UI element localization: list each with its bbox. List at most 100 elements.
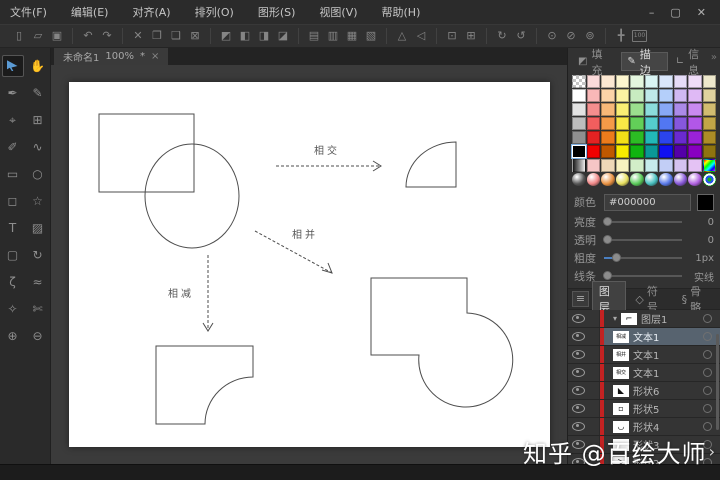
distribute-icon[interactable]: ▧ — [363, 28, 379, 44]
palette-swatch-sphere[interactable] — [586, 173, 600, 186]
line-style-slider[interactable] — [603, 271, 682, 280]
layer-row[interactable]: ▾ ⌐ 图层1 — [568, 310, 720, 328]
layer-outline-toggle-icon[interactable] — [703, 404, 712, 413]
palette-swatch[interactable] — [615, 159, 629, 172]
boolean-subtract-icon[interactable]: ⊚ — [582, 28, 598, 44]
undo-icon[interactable]: ↶ — [80, 28, 96, 44]
palette-swatch[interactable] — [644, 131, 658, 144]
palette-swatch[interactable] — [615, 117, 629, 130]
panel-expander-icon[interactable]: » — [711, 52, 717, 63]
palette-swatch[interactable] — [673, 89, 687, 102]
bring-forward-icon[interactable]: ◧ — [237, 28, 253, 44]
palette-swatch[interactable] — [586, 117, 600, 130]
palette-swatch[interactable] — [688, 131, 702, 144]
palette-swatch-sphere[interactable] — [673, 173, 687, 186]
hand-tool[interactable]: ✋ — [27, 55, 49, 77]
palette-swatch[interactable] — [644, 103, 658, 116]
palette-swatch[interactable] — [615, 145, 629, 158]
palette-swatch[interactable] — [630, 89, 644, 102]
palette-swatch[interactable] — [601, 159, 615, 172]
layer-visibility-cell[interactable] — [568, 328, 588, 345]
palette-swatch[interactable] — [572, 131, 586, 144]
label-union[interactable]: 相并 — [292, 228, 318, 241]
open-file-icon[interactable]: ▱ — [30, 28, 46, 44]
palette-swatch-rainbow[interactable] — [702, 159, 716, 172]
boolean-union-icon[interactable]: ⊙ — [544, 28, 560, 44]
layer-visibility-cell[interactable] — [568, 418, 588, 435]
redo-icon[interactable]: ↷ — [99, 28, 115, 44]
palette-swatch[interactable] — [601, 117, 615, 130]
palette-swatch[interactable] — [615, 89, 629, 102]
menu-item-2[interactable]: 对齐(A) — [132, 4, 170, 20]
tab-fill[interactable]: ◩ 填充 — [572, 48, 619, 77]
grid-toggle-icon[interactable]: ╋ — [613, 28, 629, 44]
rotate-object-icon[interactable]: ↻ — [494, 28, 510, 44]
path-edit-tool[interactable]: ∿ — [27, 136, 49, 158]
slide-tool[interactable]: ▢ — [2, 244, 24, 266]
layer-visibility-cell[interactable] — [568, 346, 588, 363]
palette-swatch[interactable] — [673, 117, 687, 130]
palette-swatch[interactable] — [673, 103, 687, 116]
tab-stroke[interactable]: ✎ 描边 — [621, 48, 668, 77]
thickness-slider[interactable] — [604, 253, 682, 262]
palette-swatch[interactable] — [586, 145, 600, 158]
palette-swatch[interactable] — [659, 145, 673, 158]
eye-icon[interactable] — [571, 386, 585, 395]
tab-info[interactable]: ∟ 信息 — [670, 48, 716, 77]
eye-icon[interactable] — [571, 332, 585, 341]
palette-swatch[interactable] — [630, 131, 644, 144]
source-ellipse[interactable] — [144, 143, 240, 249]
palette-swatch[interactable] — [688, 103, 702, 116]
menu-item-5[interactable]: 视图(V) — [319, 4, 357, 20]
palette-swatch[interactable] — [688, 145, 702, 158]
audio-icon[interactable]: ◁ — [413, 28, 429, 44]
layer-row-content[interactable]: ◣ 形状6 — [604, 382, 720, 399]
spiral-tool[interactable]: ↻ — [27, 244, 49, 266]
eye-icon[interactable] — [571, 314, 585, 323]
palette-swatch[interactable] — [601, 145, 615, 158]
line-style-slider-handle[interactable] — [603, 271, 612, 280]
callout-tool[interactable]: ◻ — [2, 190, 24, 212]
send-to-back-icon[interactable]: ◪ — [275, 28, 291, 44]
paste-icon[interactable]: ❑ — [168, 28, 184, 44]
palette-swatch[interactable] — [571, 144, 587, 159]
layer-row-content[interactable]: ◡ 形状4 — [604, 418, 720, 435]
palette-swatch-gradient[interactable] — [572, 159, 586, 172]
layer-row-content[interactable]: 相交 文本1 — [604, 364, 720, 381]
polygon-icon[interactable]: △ — [394, 28, 410, 44]
palette-swatch[interactable] — [702, 131, 716, 144]
flip-object-icon[interactable]: ↺ — [513, 28, 529, 44]
palette-swatch[interactable] — [615, 103, 629, 116]
palette-swatch[interactable] — [673, 131, 687, 144]
delete-icon[interactable]: ⊠ — [187, 28, 203, 44]
eye-icon[interactable] — [571, 404, 585, 413]
palette-swatch[interactable] — [586, 89, 600, 102]
zoom-100-icon[interactable]: 100 — [632, 30, 647, 42]
eye-icon[interactable] — [571, 350, 585, 359]
star-tool[interactable]: ☆ — [27, 190, 49, 212]
layers-scrollbar[interactable] — [716, 334, 719, 430]
palette-swatch[interactable] — [630, 103, 644, 116]
node-select-tool[interactable]: ⌖ — [2, 109, 24, 131]
subtract-arrow[interactable] — [202, 255, 214, 332]
minimize-icon[interactable]: – — [649, 6, 655, 19]
ungroup-objects-icon[interactable]: ⊞ — [463, 28, 479, 44]
layer-row[interactable]: 相减 文本1 — [568, 328, 720, 346]
palette-swatch[interactable] — [659, 89, 673, 102]
canvas-page[interactable]: 相交 相并 相减 — [69, 82, 550, 447]
select-tool[interactable] — [1, 55, 24, 77]
thickness-slider-handle[interactable] — [612, 253, 622, 262]
palette-swatch-sphere[interactable] — [644, 173, 658, 186]
palette-swatch[interactable] — [688, 89, 702, 102]
palette-swatch[interactable] — [702, 103, 716, 116]
menu-item-1[interactable]: 编辑(E) — [71, 4, 109, 20]
rectangle-tool[interactable]: ▭ — [2, 163, 24, 185]
palette-swatch[interactable] — [688, 117, 702, 130]
layer-row[interactable]: ▫ 形状5 — [568, 400, 720, 418]
layer-row[interactable]: 相并 文本1 — [568, 346, 720, 364]
knife-tool[interactable]: ✄ — [27, 298, 49, 320]
label-subtract[interactable]: 相减 — [168, 287, 194, 300]
layer-row-content[interactable]: 相减 文本1 — [604, 328, 720, 345]
layer-outline-toggle-icon[interactable] — [703, 314, 712, 323]
palette-swatch[interactable] — [601, 89, 615, 102]
